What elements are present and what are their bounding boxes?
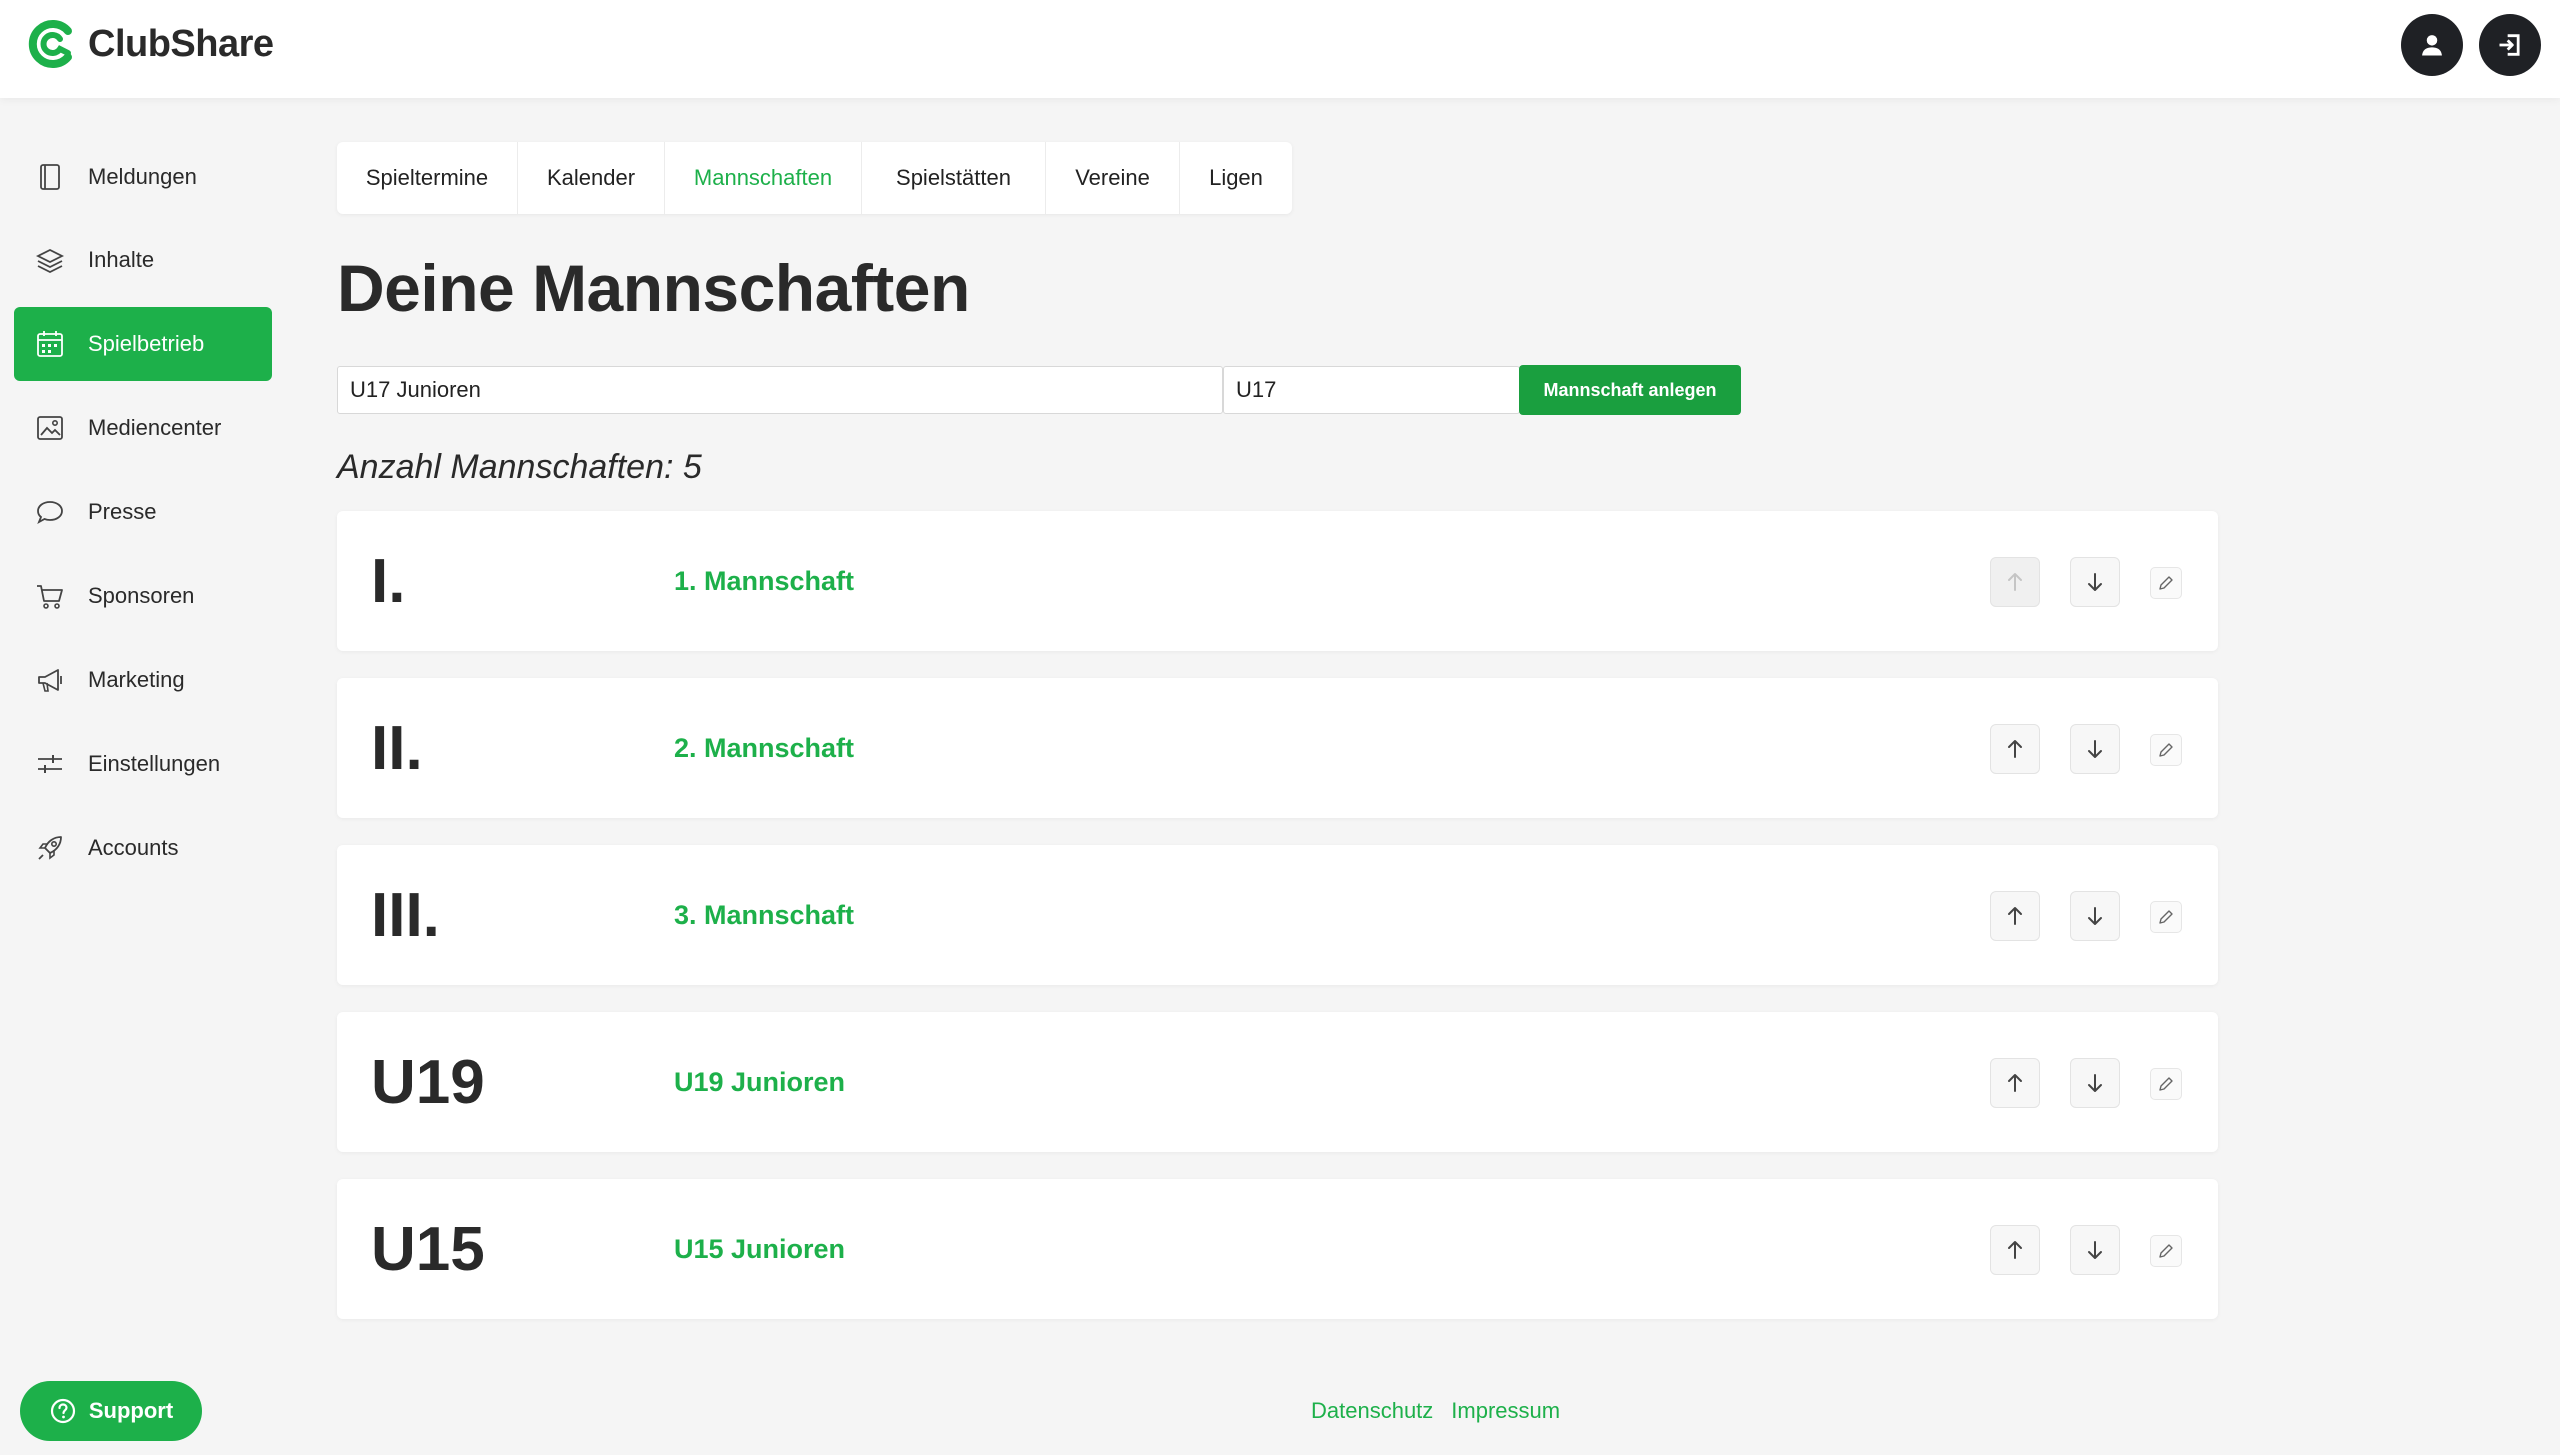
sidebar-item-accounts[interactable]: Accounts xyxy=(14,811,272,885)
support-label: Support xyxy=(88,1398,174,1423)
sidebar-item-presse[interactable]: Presse xyxy=(14,475,272,549)
sidebar-item-meldungen[interactable]: Meldungen xyxy=(14,140,272,214)
app-name: ClubShare xyxy=(88,22,274,65)
pencil-icon xyxy=(2159,1077,2173,1091)
sidebar-item-label: Einstellungen xyxy=(88,751,221,776)
rocket-icon xyxy=(38,836,62,860)
image-icon xyxy=(37,416,63,440)
create-team-button[interactable]: Mannschaft anlegen xyxy=(1519,365,1741,415)
privacy-link[interactable]: Datenschutz xyxy=(1311,1398,1433,1424)
pencil-icon xyxy=(2159,743,2173,757)
move-up-button[interactable] xyxy=(1990,891,2040,941)
move-up-button[interactable] xyxy=(1990,1225,2040,1275)
team-short-input[interactable] xyxy=(1223,366,1520,414)
sidebar-item-label: Inhalte xyxy=(88,247,155,272)
tab-vereine[interactable]: Vereine xyxy=(1046,142,1180,214)
page-title: Deine Mannschaften xyxy=(337,251,970,325)
sidebar-item-inhalte[interactable]: Inhalte xyxy=(14,223,272,297)
logout-button[interactable] xyxy=(2479,14,2541,76)
team-row: II. 2. Mannschaft xyxy=(337,678,2218,818)
arrow-up-icon xyxy=(2008,1241,2022,1259)
support-button[interactable]: Support xyxy=(20,1381,202,1441)
sidebar-item-label: Marketing xyxy=(88,667,185,692)
move-down-button[interactable] xyxy=(2070,557,2120,607)
arrow-down-icon xyxy=(2088,1074,2102,1092)
sidebar-item-label: Presse xyxy=(88,499,157,524)
move-up-button xyxy=(1990,557,2040,607)
calendar-icon xyxy=(37,331,63,357)
team-abbr: II. xyxy=(371,713,423,783)
sidebar-item-label: Accounts xyxy=(88,835,179,860)
section-tabs: Spieltermine Kalender Mannschaften Spiel… xyxy=(337,142,1292,214)
team-row: III. 3. Mannschaft xyxy=(337,845,2218,985)
sidebar-item-label: Sponsoren xyxy=(88,583,195,608)
pencil-icon xyxy=(2159,576,2173,590)
tab-spieltermine[interactable]: Spieltermine xyxy=(337,142,518,214)
team-name-link[interactable]: 1. Mannschaft xyxy=(674,511,854,651)
team-count: Anzahl Mannschaften: 5 xyxy=(337,448,702,486)
imprint-link[interactable]: Impressum xyxy=(1451,1398,1560,1424)
sidebar-item-label: Mediencenter xyxy=(88,415,222,440)
layers-icon xyxy=(35,248,65,274)
edit-button[interactable] xyxy=(2150,901,2182,933)
tab-spielstaetten[interactable]: Spielstätten xyxy=(862,142,1046,214)
sidebar-item-label: Spielbetrieb xyxy=(88,331,205,356)
cart-icon xyxy=(37,585,63,609)
edit-button[interactable] xyxy=(2150,734,2182,766)
move-down-button[interactable] xyxy=(2070,1225,2120,1275)
app-logo[interactable]: ClubShare xyxy=(24,16,274,72)
logout-icon xyxy=(2499,34,2520,56)
team-row: U19 U19 Junioren xyxy=(337,1012,2218,1152)
pencil-icon xyxy=(2159,910,2173,924)
sidebar-item-einstellungen[interactable]: Einstellungen xyxy=(14,727,272,801)
arrow-up-icon xyxy=(2008,573,2022,591)
team-abbr: I. xyxy=(371,546,406,616)
tab-kalender[interactable]: Kalender xyxy=(518,142,665,214)
footer-links: Datenschutz Impressum xyxy=(1311,1398,1560,1424)
tab-ligen[interactable]: Ligen xyxy=(1180,142,1292,214)
team-name-link[interactable]: 3. Mannschaft xyxy=(674,845,854,985)
move-down-button[interactable] xyxy=(2070,891,2120,941)
arrow-down-icon xyxy=(2088,573,2102,591)
tab-mannschaften[interactable]: Mannschaften xyxy=(665,142,862,214)
team-abbr: U15 xyxy=(371,1214,485,1284)
sidebar-item-spielbetrieb[interactable]: Spielbetrieb xyxy=(14,307,272,381)
arrow-down-icon xyxy=(2088,907,2102,925)
team-name-link[interactable]: 2. Mannschaft xyxy=(674,678,854,818)
arrow-up-icon xyxy=(2008,1074,2022,1092)
book-icon xyxy=(40,164,60,190)
chat-bubble-icon xyxy=(37,501,63,524)
pencil-icon xyxy=(2159,1244,2173,1258)
team-abbr: U19 xyxy=(371,1047,485,1117)
arrow-down-icon xyxy=(2088,1241,2102,1259)
team-name-input[interactable] xyxy=(337,366,1223,414)
top-header: ClubShare xyxy=(0,0,2560,98)
clubshare-logo-icon xyxy=(28,20,72,68)
team-name-link[interactable]: U19 Junioren xyxy=(674,1012,845,1152)
sidebar: Meldungen Inhalte Spielbetrieb Mediencen… xyxy=(0,98,290,1455)
arrow-down-icon xyxy=(2088,740,2102,758)
arrow-up-icon xyxy=(2008,740,2022,758)
team-name-link[interactable]: U15 Junioren xyxy=(674,1179,845,1319)
move-down-button[interactable] xyxy=(2070,1058,2120,1108)
arrow-up-icon xyxy=(2008,907,2022,925)
edit-button[interactable] xyxy=(2150,567,2182,599)
edit-button[interactable] xyxy=(2150,1068,2182,1100)
team-abbr: III. xyxy=(371,880,440,950)
sidebar-item-marketing[interactable]: Marketing xyxy=(14,643,272,717)
team-row: I. 1. Mannschaft xyxy=(337,511,2218,651)
move-up-button[interactable] xyxy=(1990,724,2040,774)
sidebar-item-sponsoren[interactable]: Sponsoren xyxy=(14,559,272,633)
edit-button[interactable] xyxy=(2150,1235,2182,1267)
megaphone-icon xyxy=(38,669,62,692)
user-icon xyxy=(2422,35,2442,56)
sidebar-item-mediencenter[interactable]: Mediencenter xyxy=(14,391,272,465)
help-circle-icon xyxy=(50,1398,75,1424)
team-row: U15 U15 Junioren xyxy=(337,1179,2218,1319)
sliders-icon xyxy=(38,755,62,773)
sidebar-item-label: Meldungen xyxy=(88,164,197,189)
move-up-button[interactable] xyxy=(1990,1058,2040,1108)
profile-button[interactable] xyxy=(2401,14,2463,76)
move-down-button[interactable] xyxy=(2070,724,2120,774)
